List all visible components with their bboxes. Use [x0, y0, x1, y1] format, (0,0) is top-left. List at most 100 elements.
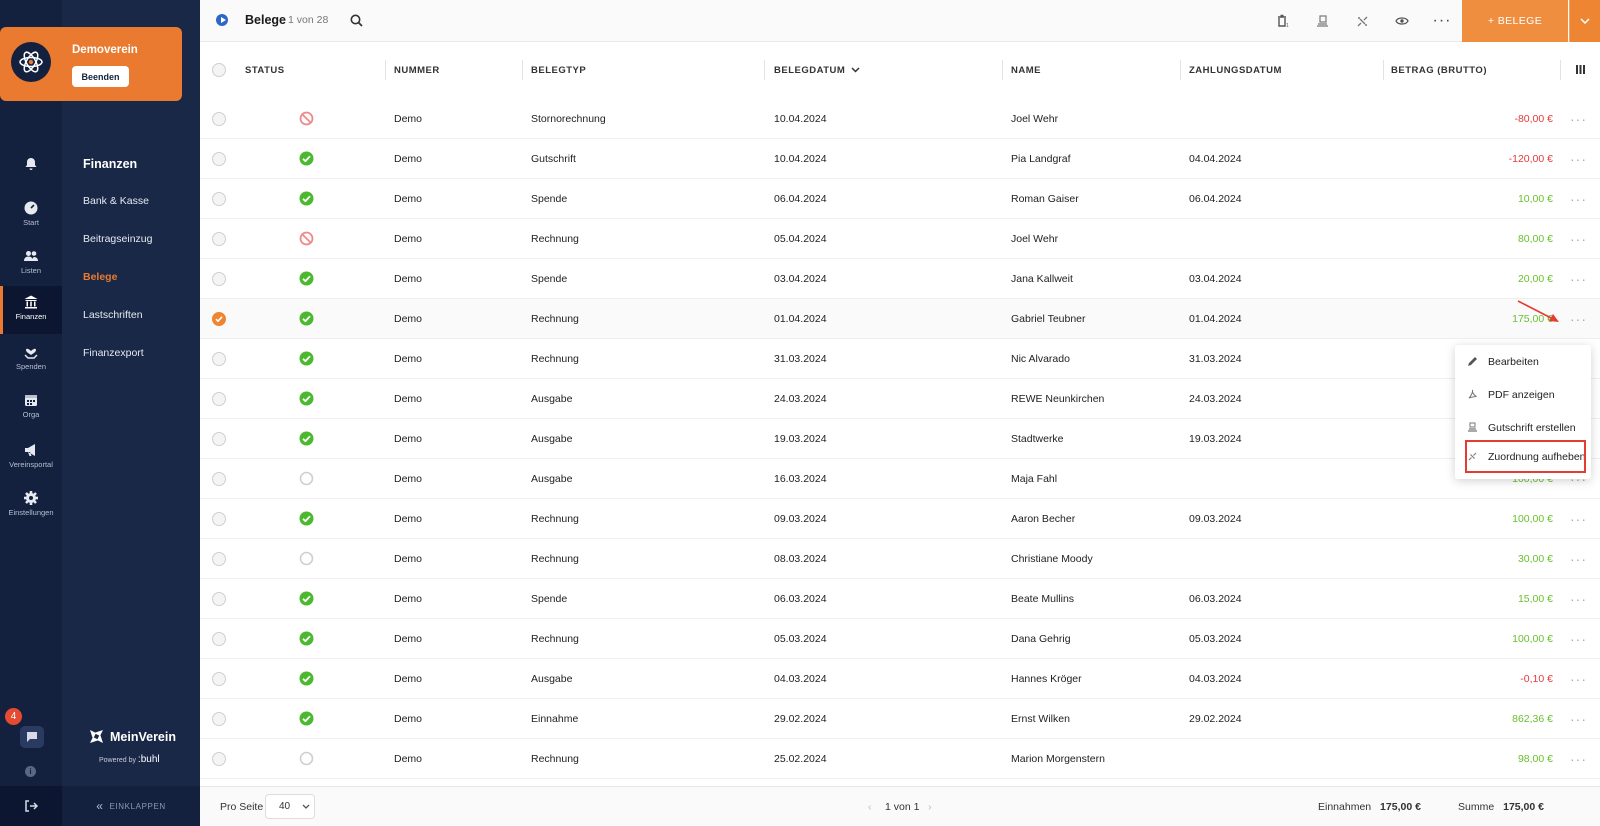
menu-item-zuordnung-aufheben[interactable]: Zuordnung aufheben [1465, 440, 1586, 473]
table-row[interactable]: Demo Spende 03.04.2024 Jana Kallweit 03.04.2… [200, 259, 1600, 299]
subnav-item-beitragseinzug[interactable]: Beitragseinzug [83, 233, 152, 245]
table-row[interactable]: Demo Stornorechnung 10.04.2024 Joel Wehr -80… [200, 99, 1600, 139]
add-beleg-button[interactable]: + BELEGE [1462, 0, 1568, 42]
col-status[interactable]: STATUS [245, 65, 285, 76]
column-settings-button[interactable] [1576, 65, 1585, 77]
table-row[interactable]: Demo Spende 06.03.2024 Beate Mullins 06.03.2… [200, 579, 1600, 619]
subnav-item-finanzexport[interactable]: Finanzexport [83, 347, 144, 359]
cell-name: Dana Gehrig [1011, 633, 1071, 645]
row-actions-button[interactable]: ··· [1570, 111, 1587, 127]
col-betrag[interactable]: BETRAG (BRUTTO) [1391, 65, 1487, 76]
menu-item-pdf-anzeigen[interactable]: PDF anzeigen [1455, 378, 1591, 411]
rail-item-start[interactable]: Start [0, 192, 62, 240]
row-actions-button[interactable]: ··· [1570, 151, 1587, 167]
add-beleg-dropdown[interactable] [1569, 0, 1600, 42]
table-row[interactable]: Demo Ausgabe 04.03.2024 Hannes Kröger 04.03.… [200, 659, 1600, 699]
row-actions-button[interactable]: ··· [1570, 751, 1587, 767]
row-checkbox[interactable] [212, 192, 226, 206]
table-row[interactable]: Demo Gutschrift 10.04.2024 Pia Landgraf 04.0… [200, 139, 1600, 179]
row-actions-button[interactable]: ··· [1570, 551, 1587, 567]
row-actions-button[interactable]: ··· [1570, 311, 1587, 327]
row-checkbox[interactable] [212, 752, 226, 766]
row-actions-button[interactable]: ··· [1570, 591, 1587, 607]
club-logo[interactable] [11, 42, 51, 82]
row-checkbox[interactable] [212, 232, 226, 246]
row-checkbox[interactable] [212, 312, 226, 326]
delete-button[interactable]: 1 [1274, 13, 1290, 29]
rail-notifications[interactable] [0, 148, 62, 196]
row-checkbox[interactable] [212, 432, 226, 446]
trash-icon: 1 [1277, 14, 1289, 28]
subnav-item-lastschriften[interactable]: Lastschriften [83, 309, 143, 321]
subnav-item-bank-kasse[interactable]: Bank & Kasse [83, 195, 149, 207]
row-checkbox[interactable] [212, 152, 226, 166]
unlink-button[interactable] [1354, 13, 1370, 29]
row-checkbox[interactable] [212, 632, 226, 646]
row-checkbox[interactable] [212, 712, 226, 726]
view-button[interactable] [1394, 13, 1410, 29]
logout-button[interactable] [0, 786, 62, 826]
row-checkbox[interactable] [212, 512, 226, 526]
table-row[interactable]: Demo Ausgabe 19.03.2024 Stadtwerke 19.03.202… [200, 419, 1600, 459]
table-row[interactable]: Demo Rechnung 05.04.2024 Joel Wehr 80,00 € ··… [200, 219, 1600, 259]
chat-badge: 4 [5, 708, 22, 725]
col-belegtyp[interactable]: BELEGTYP [531, 65, 586, 76]
cell-zahlungsdatum: 01.04.2024 [1189, 313, 1242, 325]
col-belegdatum[interactable]: BELEGDATUM [774, 65, 860, 76]
table-row[interactable]: Demo Einnahme 29.02.2024 Ernst Wilken 29.02.… [200, 699, 1600, 739]
rail-item-listen[interactable]: Listen [0, 240, 62, 288]
table-row[interactable]: Demo Rechnung 01.04.2024 Gabriel Teubner 01.… [200, 299, 1600, 339]
rail-item-vereinsportal[interactable]: Vereinsportal [0, 434, 62, 482]
prev-page-button[interactable]: ‹ [868, 801, 872, 813]
cell-nummer: Demo [394, 713, 423, 725]
row-actions-button[interactable]: ··· [1570, 711, 1587, 727]
row-checkbox[interactable] [212, 352, 226, 366]
table-row[interactable]: Demo Rechnung 08.03.2024 Christiane Moody 30… [200, 539, 1600, 579]
play-tutorial-icon[interactable] [216, 14, 228, 26]
menu-item-bearbeiten[interactable]: Bearbeiten [1455, 345, 1591, 378]
select-all-checkbox[interactable] [212, 63, 226, 77]
table-row[interactable]: Demo Ausgabe 24.03.2024 REWE Neunkirchen 24.… [200, 379, 1600, 419]
row-checkbox[interactable] [212, 392, 226, 406]
rail-item-finanzen[interactable]: Finanzen [0, 286, 62, 334]
col-name[interactable]: NAME [1011, 65, 1041, 76]
row-checkbox[interactable] [212, 272, 226, 286]
end-session-button[interactable]: Beenden [72, 66, 129, 87]
table-row[interactable]: Demo Rechnung 31.03.2024 Nic Alvarado 31.03.… [200, 339, 1600, 379]
column-divider [1002, 60, 1003, 80]
row-actions-button[interactable]: ··· [1570, 271, 1587, 287]
next-page-button[interactable]: › [928, 801, 932, 813]
subnav-item-belege[interactable]: Belege [83, 271, 117, 283]
row-checkbox[interactable] [212, 592, 226, 606]
table-row[interactable]: Demo Ausgabe 16.03.2024 Maja Fahl 100,00 € ··… [200, 459, 1600, 499]
col-zahlungsdatum[interactable]: ZAHLUNGSDATUM [1189, 65, 1282, 76]
collapse-button[interactable]: « EINKLAPPEN [62, 786, 200, 826]
rail-item-spenden[interactable]: Spenden [0, 336, 62, 384]
row-checkbox[interactable] [212, 552, 226, 566]
row-actions-button[interactable]: ··· [1570, 631, 1587, 647]
cell-nummer: Demo [394, 193, 423, 205]
cell-zahlungsdatum: 03.04.2024 [1189, 273, 1242, 285]
rail-item-einstellungen[interactable]: Einstellungen [0, 482, 62, 530]
more-actions-button[interactable]: ··· [1433, 12, 1451, 29]
row-checkbox[interactable] [212, 672, 226, 686]
row-checkbox[interactable] [212, 112, 226, 126]
row-actions-button[interactable]: ··· [1570, 191, 1587, 207]
row-actions-button[interactable]: ··· [1570, 511, 1587, 527]
chat-icon [27, 732, 37, 742]
table-row[interactable]: Demo Rechnung 05.03.2024 Dana Gehrig 05.03.2… [200, 619, 1600, 659]
rail-item-orga[interactable]: Orga [0, 384, 62, 432]
subnav-title: Finanzen [83, 157, 138, 171]
table-row[interactable]: Demo Rechnung 09.03.2024 Aaron Becher 09.03.… [200, 499, 1600, 539]
table-row[interactable]: Demo Rechnung 25.02.2024 Marion Morgenstern… [200, 739, 1600, 779]
row-actions-button[interactable]: ··· [1570, 231, 1587, 247]
chat-button[interactable] [20, 726, 44, 748]
table-row[interactable]: Demo Spende 06.04.2024 Roman Gaiser 06.04.20… [200, 179, 1600, 219]
col-nummer[interactable]: NUMMER [394, 65, 440, 76]
row-checkbox[interactable] [212, 472, 226, 486]
per-page-select[interactable]: 40 [265, 794, 315, 819]
credit-note-button[interactable] [1314, 13, 1330, 29]
row-actions-button[interactable]: ··· [1570, 671, 1587, 687]
info-button[interactable]: i [25, 766, 36, 777]
search-button[interactable] [350, 14, 363, 30]
